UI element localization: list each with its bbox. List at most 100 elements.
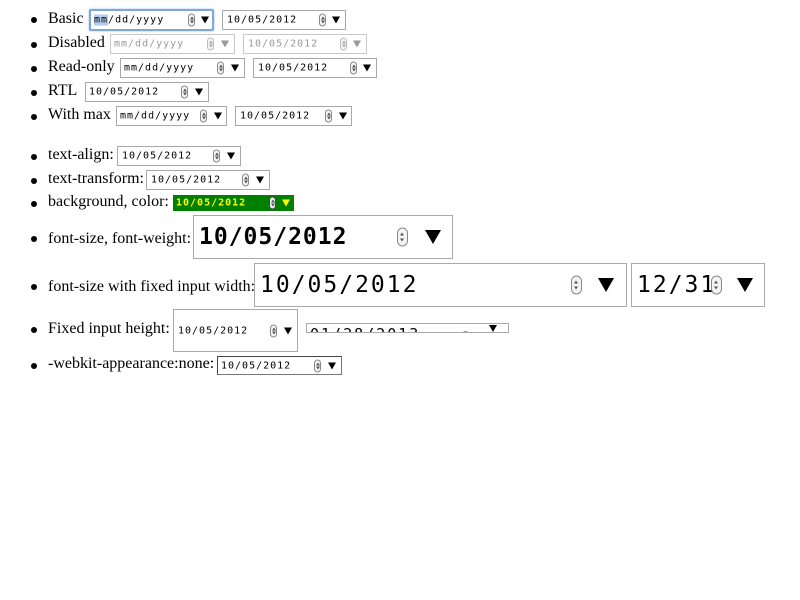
dropdown-arrow-icon[interactable] [425, 230, 441, 244]
dropdown-arrow-icon[interactable] [231, 64, 239, 72]
disabled-date-input-value: 10/05/2012 [243, 34, 367, 54]
appearance-none-date-input[interactable]: 10/05/2012 [217, 356, 342, 375]
max-date-input-value[interactable]: 10/05/2012 [235, 106, 352, 126]
dropdown-arrow-icon[interactable] [282, 199, 290, 207]
short-date-input[interactable]: 01/28/2013 [306, 323, 509, 333]
list-item-font-size-weight: font-size, font-weight: 10/05/2012 [0, 215, 800, 259]
narrow-date-input[interactable]: 12/31 [631, 263, 765, 307]
large-font-date-input[interactable]: 10/05/2012 [193, 215, 453, 259]
basic-date-input-empty[interactable]: mm/dd/yyyy [89, 9, 214, 31]
date-value: 10/05/2012 [248, 38, 319, 50]
bullet [31, 66, 37, 72]
date-value: 10/05/2012 [178, 325, 249, 336]
bullet [31, 42, 37, 48]
dropdown-arrow-icon[interactable] [201, 16, 209, 24]
dropdown-arrow-icon[interactable] [214, 112, 222, 120]
spin-buttons-icon[interactable] [217, 61, 224, 75]
spin-buttons-icon[interactable] [200, 109, 207, 123]
dropdown-arrow-icon [353, 40, 361, 48]
spin-buttons-icon[interactable] [319, 13, 326, 27]
text-transform-date-input[interactable]: 10/05/2012 [146, 170, 270, 190]
basic-date-input-value[interactable]: 10/05/2012 [222, 10, 346, 30]
dropdown-arrow-icon[interactable] [256, 176, 264, 184]
date-value: 12/31 [637, 272, 717, 298]
spin-buttons-icon[interactable] [188, 13, 195, 27]
spin-buttons-icon[interactable] [181, 85, 188, 99]
spin-buttons-icon[interactable] [269, 196, 276, 210]
dropdown-arrow-icon[interactable] [328, 362, 336, 369]
list-item-disabled: Disabled mm/dd/yyyy 10/05/2012 [0, 33, 800, 55]
row-label: RTL [48, 82, 78, 99]
row-label: font-size with fixed input width: [48, 278, 256, 295]
row-label: With max [48, 106, 111, 123]
spin-buttons-icon[interactable] [270, 324, 277, 337]
bullet [31, 178, 37, 184]
date-value: 10/05/2012 [199, 224, 348, 250]
spin-buttons-icon[interactable] [462, 331, 469, 332]
list-item-background-color: background, color: 10/05/2012 [0, 193, 800, 213]
dropdown-arrow-icon[interactable] [339, 112, 347, 120]
spin-buttons-icon[interactable] [242, 173, 249, 187]
max-date-input-empty[interactable]: mm/dd/yyyy [116, 106, 227, 126]
spin-buttons-icon[interactable] [213, 149, 220, 163]
bullet [31, 284, 37, 290]
row-label: Read-only [48, 58, 115, 75]
dropdown-arrow-icon[interactable] [363, 64, 371, 72]
colored-date-input[interactable]: 10/05/2012 [173, 195, 294, 211]
row-label: -webkit-appearance:none: [48, 355, 215, 372]
spin-buttons-icon[interactable] [314, 359, 321, 372]
bullet [31, 17, 37, 23]
spin-buttons-icon[interactable] [325, 109, 332, 123]
date-value: 10/05/2012 [227, 14, 298, 26]
row-label: Basic [48, 10, 84, 27]
list-item-read-only: Read-only mm/dd/yyyy 10/05/2012 [0, 57, 800, 79]
date-placeholder: mm/dd/yyyy [124, 62, 195, 74]
rtl-date-input[interactable]: 10/05/2012 [85, 82, 209, 102]
list-item-text-transform: text-transform: 10/05/2012 [0, 169, 800, 191]
spin-buttons-icon[interactable] [350, 61, 357, 75]
list-item-basic: Basic mm/dd/yyyy 10/05/2012 [0, 8, 800, 32]
row-label: text-align: [48, 146, 114, 163]
spin-buttons-icon [340, 37, 347, 51]
bullet [31, 327, 37, 333]
date-value: 10/05/2012 [122, 150, 193, 162]
spin-buttons-icon[interactable] [571, 275, 582, 295]
text-align-date-input[interactable]: 10/05/2012 [117, 146, 241, 166]
date-value: 10/05/2012 [260, 272, 419, 298]
row-label: Disabled [48, 34, 105, 51]
list-item-fixed-height: Fixed input height: 10/05/2012 01/28/201… [0, 309, 800, 353]
dropdown-arrow-icon[interactable] [227, 152, 235, 160]
row-label: font-size, font-weight: [48, 230, 192, 247]
row-label: background, color: [48, 193, 169, 210]
readonly-date-input-value[interactable]: 10/05/2012 [253, 58, 377, 78]
bullet [31, 363, 37, 369]
date-value: 10/05/2012 [221, 360, 292, 371]
date-value: 10/05/2012 [258, 62, 329, 74]
dropdown-arrow-icon[interactable] [195, 88, 203, 96]
date-value: 10/05/2012 [240, 110, 311, 122]
date-placeholder: mm/dd/yyyy [120, 110, 191, 122]
fixed-width-date-input[interactable]: 10/05/2012 [254, 263, 627, 307]
list-item-rtl: RTL 10/05/2012 [0, 81, 800, 103]
date-placeholder: mm/dd/yyyy [114, 38, 185, 50]
dropdown-arrow-icon[interactable] [284, 327, 292, 334]
date-value: 10/05/2012 [89, 86, 160, 98]
tall-date-input[interactable]: 10/05/2012 [173, 309, 298, 352]
dropdown-arrow-icon [221, 40, 229, 48]
date-placeholder: mm/dd/yyyy [94, 14, 165, 26]
list-item-text-align: text-align: 10/05/2012 [0, 145, 800, 167]
dropdown-arrow-icon[interactable] [489, 325, 497, 332]
readonly-date-input-empty[interactable]: mm/dd/yyyy [120, 58, 245, 78]
bullet [31, 90, 37, 96]
spin-buttons-icon[interactable] [397, 227, 408, 247]
list-item-appearance-none: -webkit-appearance:none: 10/05/2012 [0, 355, 800, 377]
list-item-font-size-fixed-width: font-size with fixed input width: 10/05/… [0, 263, 800, 307]
dropdown-arrow-icon[interactable] [332, 16, 340, 24]
date-value: 10/05/2012 [176, 197, 247, 209]
bullet [31, 201, 37, 207]
dropdown-arrow-icon[interactable] [598, 278, 614, 292]
bullet [31, 114, 37, 120]
dropdown-arrow-icon[interactable] [737, 278, 753, 292]
spin-buttons-icon[interactable] [711, 275, 722, 295]
row-label: Fixed input height: [48, 320, 170, 337]
